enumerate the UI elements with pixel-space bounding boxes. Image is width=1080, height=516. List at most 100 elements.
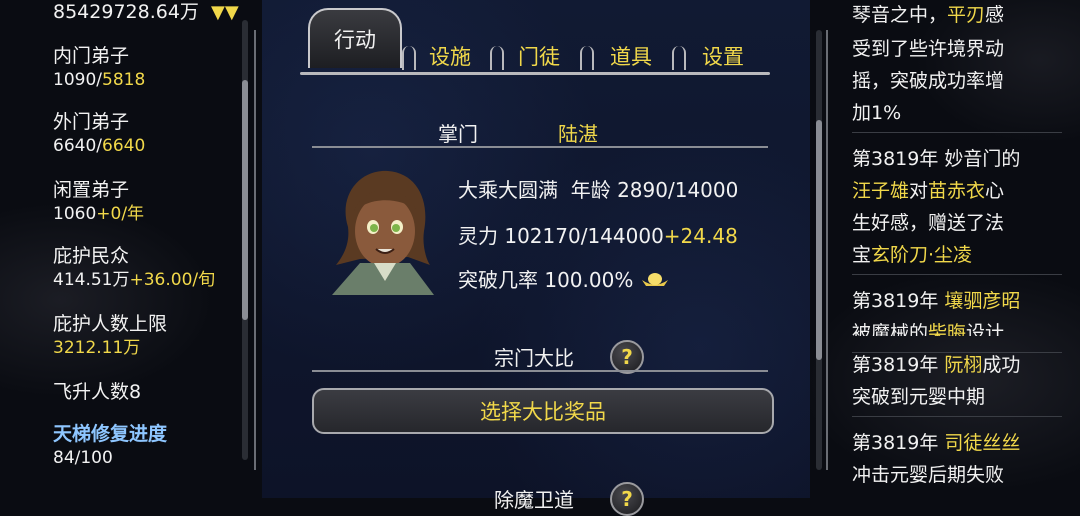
- log-line: 汪子雄对苗赤衣心: [852, 176, 1004, 207]
- log-text: 感: [985, 4, 1005, 26]
- stat-value: 3212.11万: [53, 338, 141, 358]
- spirit-row: 灵力 102170/144000+24.48: [458, 220, 738, 249]
- resource-row: 85429728.64万 ▼▼: [53, 0, 239, 25]
- log-name-link[interactable]: 壤驷彦昭: [944, 290, 1020, 312]
- log-separator: [852, 416, 1062, 417]
- stat-protection-limit: 庇护人数上限 3212.11万: [53, 312, 167, 360]
- log-text: 第3819年 妙音门的: [852, 148, 1021, 170]
- tab-settings[interactable]: 设置: [688, 38, 758, 74]
- spirit-label: 灵力: [458, 224, 498, 248]
- stat-label[interactable]: 天梯修复进度: [53, 422, 167, 446]
- log-line: 受到了些许境界动: [852, 34, 1004, 65]
- stat-value: 414.51万: [53, 270, 130, 290]
- resource-value: 85429728.64万: [53, 1, 199, 23]
- right-divider: [826, 30, 828, 470]
- main-panel: 行动 设施 门徒 道具 设置 掌门 陆湛 大乘大圆满 年龄 2890/14000…: [262, 0, 810, 516]
- stat-label: 飞升人数8: [53, 381, 142, 403]
- stat-label: 庇护民众: [53, 245, 130, 267]
- stat-value: 84/100: [53, 448, 113, 468]
- tab-separator: [490, 46, 504, 70]
- log-name-link[interactable]: 汪子雄: [852, 180, 909, 202]
- left-scrollbar[interactable]: [242, 20, 248, 460]
- stat-rate: +0/年: [96, 204, 145, 224]
- stat-label: 外门弟子: [53, 111, 130, 133]
- log-line: 被魔械的柴晦设计: [852, 318, 1004, 336]
- log-line: 生好感，赠送了法: [852, 208, 1004, 239]
- demon-section-label: 除魔卫道: [494, 488, 574, 512]
- tab-bar: 行动 设施 门徒 道具 设置: [300, 8, 770, 76]
- center-scrollbar[interactable]: [816, 30, 822, 470]
- log-line: 第3819年 妙音门的: [852, 144, 1020, 175]
- stat-cap: 5818: [102, 70, 146, 90]
- log-text: 摇，突破成功率增: [852, 70, 1005, 92]
- log-text: 生好感，赠送了法: [852, 212, 1005, 234]
- stat-cap: 6640: [102, 136, 146, 156]
- center-scrollbar-thumb[interactable]: [816, 120, 822, 360]
- tab-separator: [580, 46, 594, 70]
- log-name-link[interactable]: 平刃: [947, 4, 985, 26]
- log-line: 第3819年 司徒丝丝: [852, 428, 1020, 459]
- spirit-value: 102170/144000: [504, 224, 664, 248]
- expand-down-icon[interactable]: ▼▼: [211, 2, 239, 23]
- log-separator: [852, 132, 1062, 133]
- leader-realm: 大乘大圆满: [458, 178, 558, 202]
- log-name-link[interactable]: 苗赤衣: [928, 180, 985, 202]
- tournament-help-button[interactable]: ?: [610, 340, 644, 374]
- age-label: 年龄: [570, 178, 611, 202]
- stat-inner-disciples: 内门弟子 1090/5818: [53, 44, 145, 92]
- log-text: 被魔械的: [852, 322, 929, 336]
- tab-items[interactable]: 道具: [596, 38, 666, 74]
- stat-label: 闲置弟子: [53, 179, 130, 201]
- leader-title-label: 掌门: [438, 122, 478, 146]
- log-text: 成功: [982, 354, 1021, 376]
- select-prize-button[interactable]: 选择大比奖品: [312, 388, 774, 434]
- spirit-rate: +24.48: [663, 224, 738, 248]
- tab-separator: [402, 46, 416, 70]
- leader-name[interactable]: 陆湛: [558, 118, 598, 147]
- log-text: 突破到元婴中期: [852, 386, 986, 408]
- tab-disciples[interactable]: 门徒: [504, 38, 574, 74]
- stat-label: 内门弟子: [53, 45, 130, 67]
- tournament-label: 宗门大比: [494, 346, 574, 370]
- log-name-link[interactable]: 司徒丝丝: [944, 432, 1020, 454]
- tab-facilities[interactable]: 设施: [415, 38, 485, 74]
- log-line: 琴音之中，平刃感: [852, 0, 1004, 31]
- leader-realm-row: 大乘大圆满 年龄 2890/14000: [458, 174, 738, 203]
- gold-ingot-icon[interactable]: [640, 271, 670, 289]
- age-value: 2890/14000: [617, 178, 739, 202]
- log-text: 心: [985, 180, 1005, 202]
- log-line: 加1%: [852, 98, 901, 129]
- log-name-link[interactable]: 阮栩: [944, 354, 982, 376]
- event-log: 琴音之中，平刃感 受到了些许境界动 摇，突破成功率增 加1% 第3819年 妙音门的 汪子…: [840, 0, 1080, 498]
- log-text: 冲击元婴后期失败: [852, 464, 1005, 486]
- sect-stats-panel: 85429728.64万 ▼▼ 内门弟子 1090/5818 外门弟子 6640…: [0, 0, 250, 498]
- log-line: 冲击元婴后期失败: [852, 460, 1004, 491]
- log-text: 琴音之中，: [852, 4, 948, 26]
- stat-ladder-repair[interactable]: 天梯修复进度 84/100: [53, 422, 167, 470]
- log-text: 第3819年: [852, 432, 945, 454]
- stat-value: 1090/: [53, 70, 102, 90]
- log-separator: [852, 274, 1062, 275]
- log-text: 受到了些许境界动: [852, 38, 1005, 60]
- stat-ascended-count: 飞升人数8: [53, 380, 141, 404]
- log-text: 对: [909, 180, 929, 202]
- left-scrollbar-thumb[interactable]: [242, 80, 248, 320]
- stat-protected-people: 庇护民众 414.51万+36.00/旬: [53, 244, 215, 292]
- log-name-link[interactable]: 柴晦: [928, 322, 966, 336]
- log-line: 第3819年 壤驷彦昭: [852, 286, 1020, 317]
- stat-idle-disciples: 闲置弟子 1060+0/年: [53, 178, 144, 226]
- left-divider: [254, 30, 256, 470]
- leader-portrait[interactable]: [330, 165, 435, 295]
- log-text: 宝: [852, 244, 872, 266]
- log-text: 设计: [966, 322, 1005, 336]
- breakthrough-label: 突破几率: [458, 268, 538, 292]
- demon-section-help-button[interactable]: ?: [610, 482, 644, 516]
- log-name-link[interactable]: 玄阶刀·尘凌: [871, 244, 972, 266]
- stat-value: 1060: [53, 204, 97, 224]
- leader-header-line: [312, 146, 768, 148]
- tab-action[interactable]: 行动: [308, 8, 402, 68]
- stat-label: 庇护人数上限: [53, 313, 168, 335]
- breakthrough-value: 100.00%: [544, 268, 634, 292]
- log-line: 第3819年 阮栩成功: [852, 350, 1020, 381]
- log-line: 摇，突破成功率增: [852, 66, 1004, 97]
